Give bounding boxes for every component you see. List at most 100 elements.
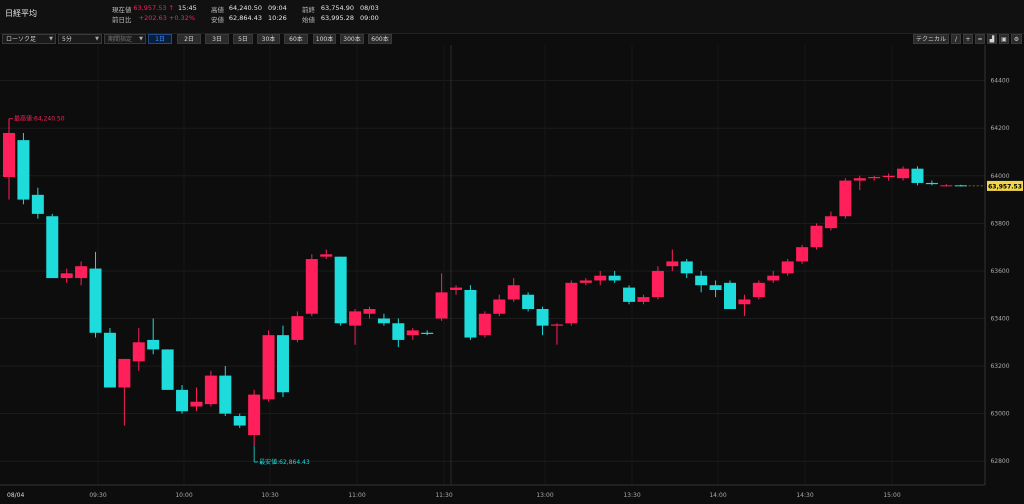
price-chart[interactable]: 62800 63000 63200 63400 63600 63800 64000 64200…	[0, 45, 1024, 502]
instrument-title: 日経平均	[5, 9, 37, 18]
candle-body	[204, 375, 217, 405]
chevron-down-icon: ▼	[95, 36, 99, 42]
x-tick-label: 08/04	[7, 492, 24, 499]
candle-body	[666, 261, 679, 267]
candle-body	[637, 297, 650, 302]
crosshair-icon[interactable]: +	[963, 34, 973, 44]
candle-body	[651, 270, 664, 298]
candle-body	[767, 275, 780, 281]
candle-body	[594, 275, 607, 281]
low-value: 62,864.43	[228, 14, 262, 22]
technical-button[interactable]: テクニカル	[913, 34, 949, 44]
candle-body	[291, 316, 304, 340]
candle-body	[262, 335, 275, 400]
prev-close-value: 63,754.90	[320, 4, 354, 12]
candle-body	[219, 375, 232, 414]
high-value: 64,240.50	[228, 4, 262, 12]
range-button-7[interactable]: 300本	[340, 34, 364, 44]
x-tick-label: 09:30	[89, 492, 106, 499]
chart-type-select[interactable]: ローソク足 ▼	[2, 34, 56, 44]
low-annotation: 最安値:62,864.43	[259, 458, 310, 466]
candle-body	[709, 285, 722, 290]
period-placeholder: 期間指定	[108, 36, 133, 43]
candle-body	[60, 273, 73, 279]
x-tick-label: 10:30	[261, 492, 278, 499]
x-tick-label: 11:30	[435, 492, 452, 499]
candle-body	[132, 342, 145, 362]
y-tick-label: 64200	[990, 125, 1009, 132]
candle-body	[349, 311, 362, 326]
candle-body	[421, 332, 434, 334]
candle-body	[882, 175, 895, 177]
candle-body	[839, 180, 852, 217]
x-tick-label: 15:00	[883, 492, 900, 499]
range-button-6[interactable]: 100本	[313, 34, 336, 44]
chart-toolbar: ローソク足 ▼ 5分 ▼ 期間指定 ▼ 1日 2日 3日 5日 30本 60本 100本 30…	[0, 34, 1024, 45]
chevron-down-icon: ▼	[139, 36, 143, 42]
candle-body	[176, 389, 189, 412]
candle-body	[536, 309, 549, 326]
range-button-3[interactable]: 5日	[233, 34, 253, 44]
y-tick-label: 63000	[990, 411, 1009, 418]
range-button-8[interactable]: 600本	[368, 34, 392, 44]
candle-body	[406, 330, 419, 336]
open-time: 09:00	[360, 14, 379, 22]
range-button-0[interactable]: 1日	[148, 34, 172, 44]
candle-body	[925, 182, 938, 185]
candle-body	[3, 133, 15, 177]
chart-mode-icon[interactable]: ≈	[975, 34, 985, 44]
last-price-label: 63,957.53	[988, 183, 1022, 190]
candle-body	[897, 168, 910, 179]
candle-body	[147, 339, 160, 350]
x-tick-label: 13:00	[536, 492, 553, 499]
chevron-down-icon: ▼	[49, 36, 53, 42]
high-annotation: 最高値:64,240.50	[14, 115, 65, 123]
x-tick-label: 13:30	[623, 492, 640, 499]
interval-value: 5分	[62, 36, 72, 43]
range-button-1[interactable]: 2日	[177, 34, 201, 44]
candle-body	[695, 275, 708, 286]
settings-icon[interactable]: ⚙	[1011, 34, 1022, 44]
draw-line-icon[interactable]: /	[951, 34, 961, 44]
candle-body	[565, 282, 578, 324]
x-tick-label: 14:30	[796, 492, 813, 499]
candle-body	[320, 254, 333, 257]
area-chart-icon[interactable]: ▟	[987, 34, 997, 44]
y-tick-label: 64000	[990, 173, 1009, 180]
candle-body	[824, 216, 837, 229]
candle-body	[810, 225, 823, 248]
candle-body	[363, 309, 376, 314]
chart-type-value: ローソク足	[6, 36, 37, 43]
candle-body	[724, 282, 736, 309]
x-tick-label: 10:00	[175, 492, 192, 499]
candle-body	[579, 280, 592, 283]
interval-select[interactable]: 5分 ▼	[58, 34, 102, 44]
high-time: 09:04	[268, 4, 287, 12]
candle-body	[752, 282, 765, 298]
save-icon[interactable]: ▣	[999, 34, 1009, 44]
candle-body	[623, 287, 636, 302]
quote-header: 日経平均 現在値 63,957.53 ↑ 15:45 前日比 +202.63 +…	[0, 0, 1024, 34]
candle-body	[377, 318, 390, 324]
candle-body	[435, 292, 448, 319]
period-select[interactable]: 期間指定 ▼	[104, 34, 146, 44]
candle-body	[940, 185, 953, 187]
range-button-2[interactable]: 3日	[205, 34, 229, 44]
candle-body	[911, 168, 924, 183]
candle-body	[190, 401, 203, 407]
range-button-4[interactable]: 30本	[257, 34, 280, 44]
candle-body	[738, 299, 751, 305]
candle-body	[853, 178, 866, 181]
candle-body	[248, 394, 261, 436]
candle-body	[161, 349, 174, 390]
candle-body	[493, 299, 506, 314]
candle-body	[103, 332, 116, 388]
candle-body	[478, 313, 491, 336]
y-tick-label: 63600	[990, 268, 1009, 275]
candle-body	[118, 358, 131, 388]
prev-close-date: 08/03	[360, 4, 379, 12]
candle-body	[464, 289, 477, 338]
range-button-5[interactable]: 60本	[284, 34, 308, 44]
candle-body	[46, 216, 59, 279]
low-time: 10:26	[268, 14, 287, 22]
